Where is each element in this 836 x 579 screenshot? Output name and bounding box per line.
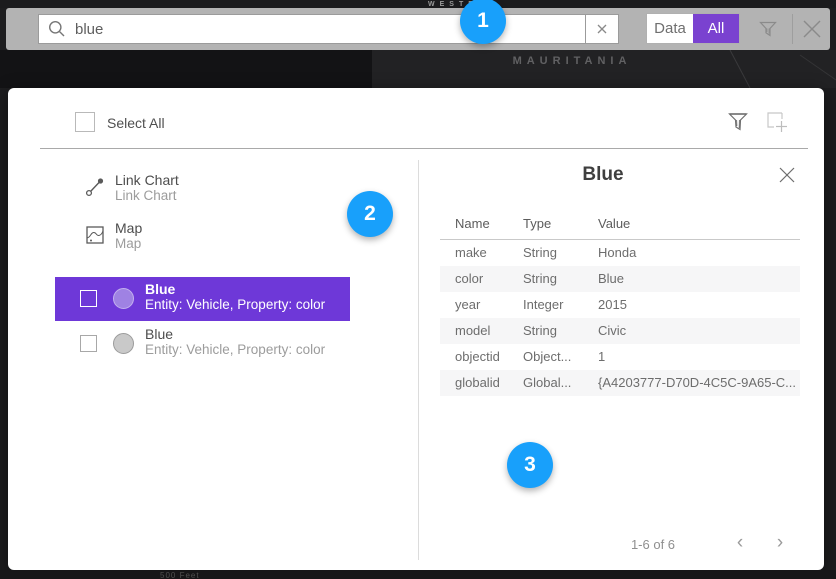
- list-item-blue-selected[interactable]: Blue Entity: Vehicle, Property: color: [55, 277, 350, 321]
- search-results-panel: Select All: [8, 88, 824, 570]
- add-selection-icon[interactable]: [764, 109, 790, 135]
- link-chart-icon: [84, 176, 106, 198]
- table-row: make String Honda: [440, 240, 800, 266]
- table-header-type: Type: [523, 216, 551, 231]
- map-border-lines: [600, 50, 836, 88]
- cell-name: make: [455, 240, 521, 266]
- cell-type: String: [523, 266, 595, 292]
- list-item-blue[interactable]: Blue Entity: Vehicle, Property: color: [55, 323, 375, 367]
- cell-name: model: [455, 318, 521, 344]
- map-background-bottom: 500 Feet: [0, 570, 836, 579]
- detail-title: Blue: [418, 164, 788, 186]
- cell-type: Integer: [523, 292, 595, 318]
- map-icon: [85, 225, 107, 247]
- cell-name: year: [455, 292, 521, 318]
- cell-name: globalid: [455, 370, 521, 396]
- cell-type: Object...: [523, 344, 595, 370]
- results-filter-funnel-icon[interactable]: [727, 110, 749, 134]
- table-row: globalid Global... {A4203777-D70D-4C5C-9…: [440, 370, 800, 396]
- entity-circle-icon: [113, 333, 134, 354]
- header-divider: [792, 14, 793, 44]
- chevron-right-icon[interactable]: ›: [770, 532, 790, 554]
- map-ocean: [0, 50, 372, 88]
- annotation-marker-3: 3: [507, 442, 553, 488]
- list-item-title: Map: [115, 220, 142, 236]
- cell-value: Blue: [598, 266, 796, 292]
- table-row: year Integer 2015: [440, 292, 800, 318]
- search-clear-button[interactable]: [585, 14, 619, 44]
- list-item-title: Blue: [145, 326, 325, 342]
- cell-name: color: [455, 266, 521, 292]
- cell-value: 2015: [598, 292, 796, 318]
- list-item-title: Blue: [145, 281, 325, 297]
- row-checkbox[interactable]: [80, 335, 97, 352]
- annotation-number: 3: [524, 453, 536, 477]
- clear-x-icon: [595, 22, 609, 36]
- list-item-subtitle: Entity: Vehicle, Property: color: [145, 297, 325, 313]
- results-top-divider: [40, 148, 808, 149]
- list-item-subtitle: Entity: Vehicle, Property: color: [145, 342, 325, 358]
- cell-value: {A4203777-D70D-4C5C-9A65-C...: [598, 370, 796, 396]
- annotation-number: 1: [477, 9, 489, 33]
- cell-value: Honda: [598, 240, 796, 266]
- table-row: model String Civic: [440, 318, 800, 344]
- list-item-title: Link Chart: [115, 172, 179, 188]
- toggle-option-all[interactable]: All: [693, 14, 739, 43]
- filter-funnel-icon[interactable]: [757, 18, 779, 40]
- cell-name: objectid: [455, 344, 521, 370]
- data-all-toggle: Data All: [646, 13, 740, 44]
- select-all-label: Select All: [107, 115, 165, 131]
- pagination-label: 1-6 of 6: [603, 536, 703, 554]
- detail-close-icon[interactable]: [777, 165, 797, 185]
- cell-type: String: [523, 318, 595, 344]
- table-row: objectid Object... 1: [440, 344, 800, 370]
- close-icon[interactable]: [800, 17, 824, 41]
- list-item-subtitle: Link Chart: [115, 188, 179, 204]
- search-icon: [47, 19, 67, 39]
- cell-value: Civic: [598, 318, 796, 344]
- annotation-marker-2: 2: [347, 191, 393, 237]
- search-header-bar: Data All: [6, 8, 830, 50]
- app-window: WESTER MAURITANIA Data A: [0, 0, 836, 579]
- entity-circle-icon: [113, 288, 134, 309]
- list-item-subtitle: Map: [115, 236, 142, 252]
- row-checkbox[interactable]: [80, 290, 97, 307]
- annotation-number: 2: [364, 202, 376, 226]
- results-column-divider: [418, 160, 419, 560]
- table-row: color String Blue: [440, 266, 800, 292]
- map-background-top: WESTER: [0, 0, 836, 8]
- annotation-marker-1: 1: [460, 0, 506, 44]
- toggle-option-data[interactable]: Data: [647, 14, 693, 43]
- table-header-value: Value: [598, 216, 630, 231]
- cell-value: 1: [598, 344, 796, 370]
- search-group: [38, 14, 619, 44]
- select-all-checkbox[interactable]: [75, 112, 95, 132]
- cell-type: String: [523, 240, 595, 266]
- table-header-name: Name: [455, 216, 490, 231]
- cell-type: Global...: [523, 370, 595, 396]
- map-scale-label: 500 Feet: [160, 571, 200, 579]
- chevron-left-icon[interactable]: ‹: [730, 532, 750, 554]
